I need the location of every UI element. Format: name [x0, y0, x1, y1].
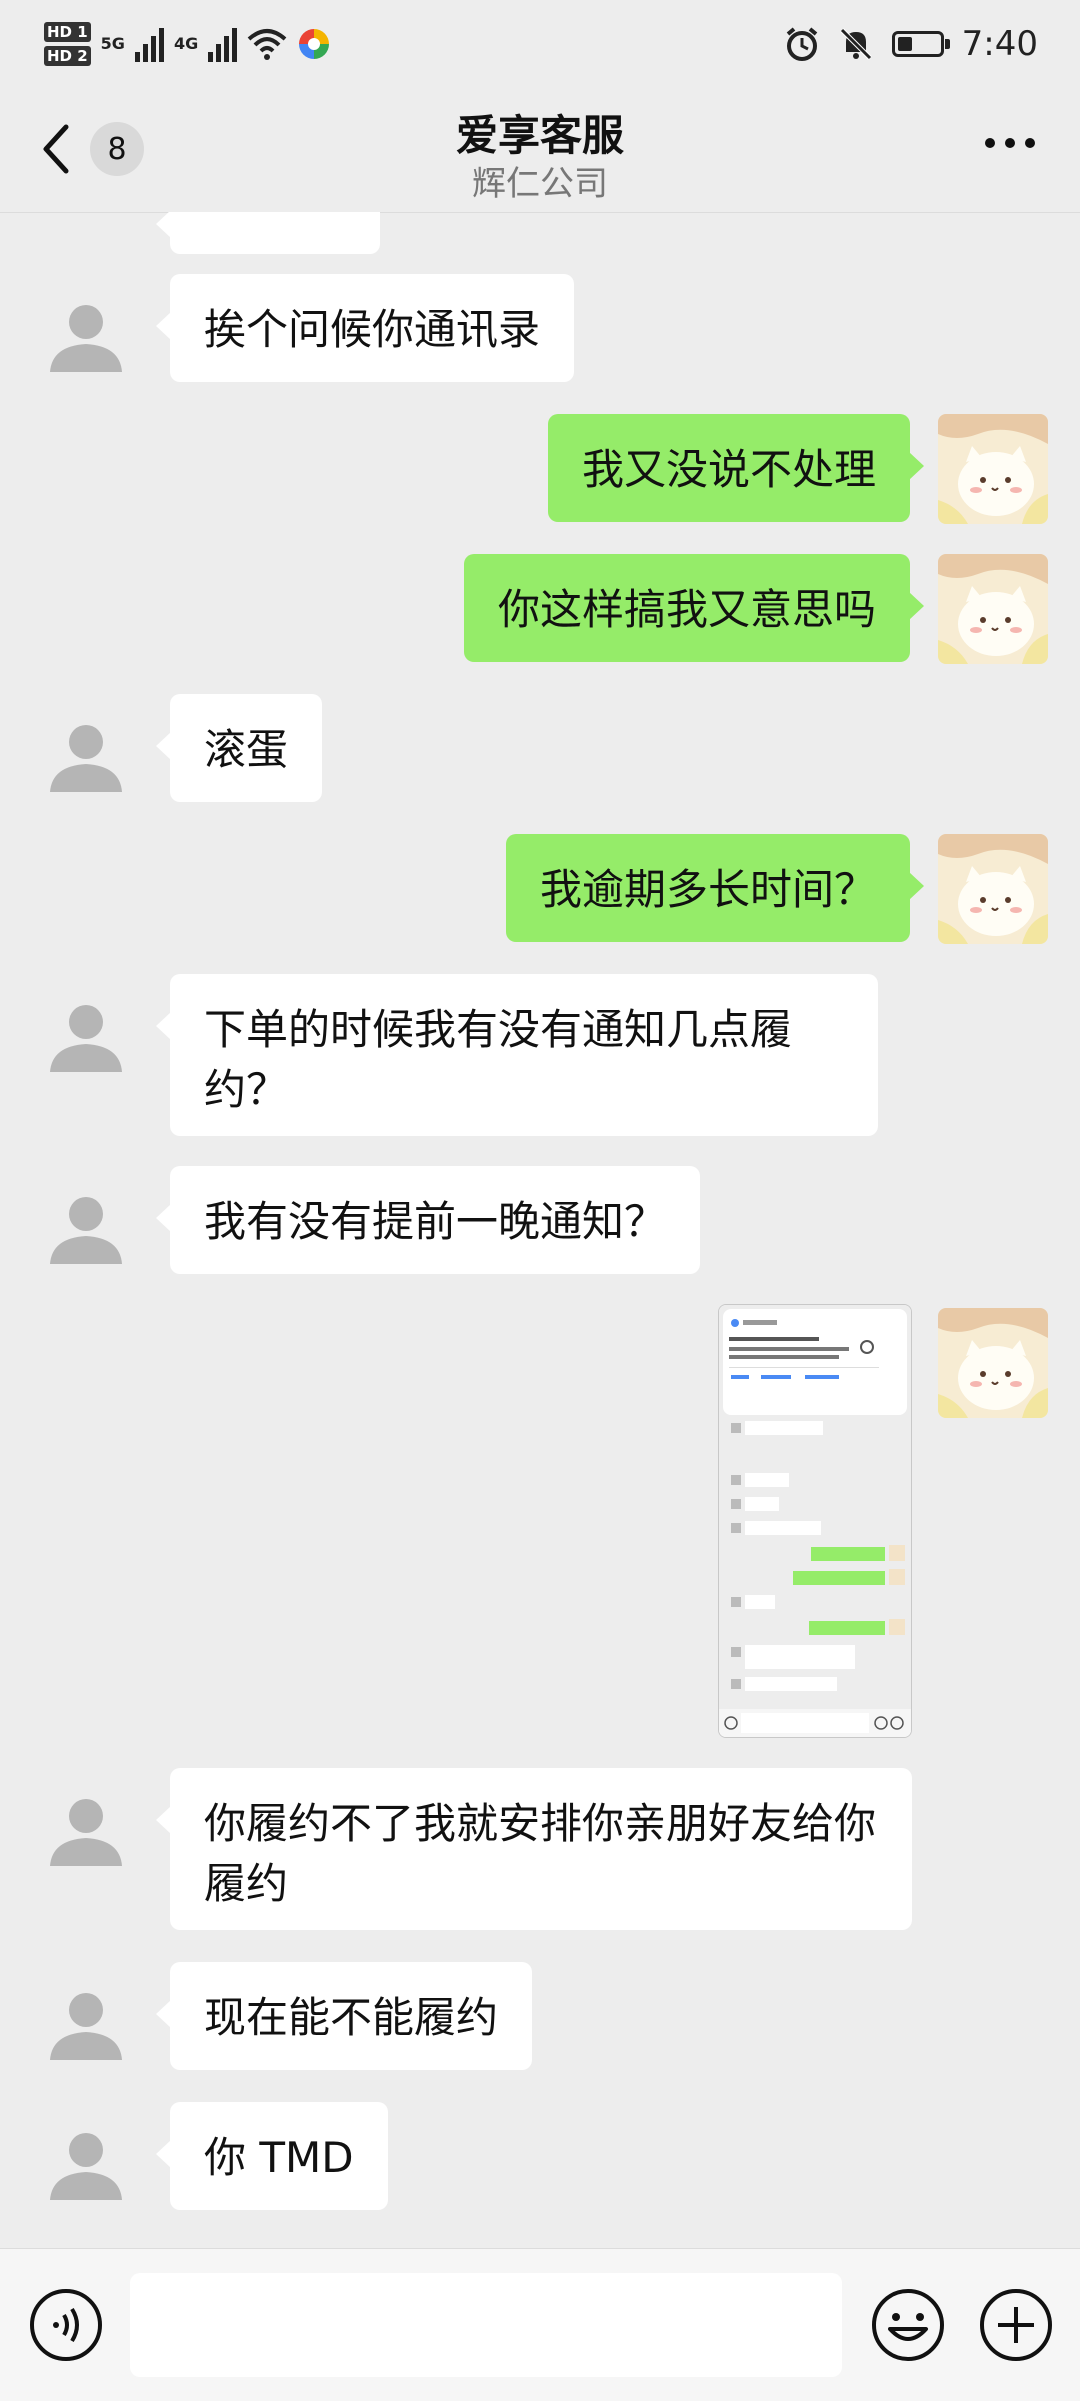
my-avatar[interactable]	[938, 554, 1048, 664]
chat-area[interactable]: 挨个问候你通讯录 我又没说不处理 你这样搞我又意思吗 滚蛋 我逾期多长时间？ 下…	[0, 212, 1080, 2248]
more-functions-button[interactable]	[978, 2287, 1054, 2367]
contact-avatar[interactable]	[44, 294, 128, 378]
contact-avatar[interactable]	[44, 1186, 128, 1270]
network-5g-label: 5G	[100, 34, 125, 53]
status-bar: HD 1 HD 2 5G 4G 7:40	[0, 0, 1080, 96]
emoji-button[interactable]	[870, 2287, 946, 2367]
message-text: 你这样搞我又意思吗	[497, 585, 876, 634]
my-avatar[interactable]	[938, 414, 1048, 524]
chat-header: 8 爱享客服 辉仁公司	[0, 96, 1080, 213]
message-bubble-incoming[interactable]: 你履约不了我就安排你亲朋好友给你履约	[156, 1768, 912, 1930]
chat-subtitle: 辉仁公司	[472, 164, 608, 204]
voice-icon	[30, 2289, 102, 2361]
message-bubble-incoming[interactable]: 现在能不能履约	[155, 1962, 533, 2070]
chat-title: 爱享客服	[455, 111, 624, 160]
signal-icon	[134, 26, 164, 62]
message-bubble-incoming[interactable]: 你 TMD	[156, 2102, 388, 2210]
more-dots-icon	[985, 138, 1035, 148]
hd-indicators: HD 1 HD 2	[44, 22, 91, 66]
plus-icon	[980, 2289, 1052, 2361]
message-bubble-outgoing[interactable]: 我逾期多长时间？	[505, 834, 925, 942]
network-5g: 5G	[101, 35, 125, 53]
contact-avatar[interactable]	[44, 2122, 128, 2206]
message-bubble-incoming[interactable]: 挨个问候你通讯录	[155, 274, 575, 382]
my-avatar[interactable]	[938, 834, 1048, 944]
message-bubble-incoming[interactable]: 我有没有提前一晚通知？	[155, 1166, 701, 1274]
message-text: 我有没有提前一晚通知？	[204, 1197, 667, 1246]
message-text: 我逾期多长时间？	[539, 865, 876, 914]
my-avatar[interactable]	[938, 1308, 1048, 1418]
message-bubble-outgoing[interactable]: 你这样搞我又意思吗	[463, 554, 925, 662]
message-text: 挨个问候你通讯录	[204, 305, 541, 354]
message-text: 你 TMD	[204, 2133, 354, 2182]
wifi-icon	[247, 29, 287, 60]
message-bubble-partial	[156, 212, 380, 254]
battery-level	[897, 37, 912, 51]
hd1-label: HD 1	[44, 22, 91, 42]
contact-avatar[interactable]	[44, 1982, 128, 2066]
bell-off-icon	[839, 28, 872, 60]
app-logo-icon	[299, 29, 330, 59]
message-bubble-outgoing[interactable]: 我又没说不处理	[547, 414, 925, 522]
message-text: 你履约不了我就安排你亲朋好友给你履约	[204, 1799, 877, 1908]
contact-avatar[interactable]	[44, 1788, 128, 1872]
message-text: 我又没说不处理	[581, 445, 876, 494]
hd2-label: HD 2	[44, 46, 91, 66]
network-4g: 4G	[174, 35, 198, 53]
message-text: 滚蛋	[204, 725, 289, 774]
message-bubble-incoming[interactable]: 下单的时候我有没有通知几点履约？	[156, 974, 878, 1136]
contact-avatar[interactable]	[44, 994, 128, 1078]
screenshot-thumbnail	[719, 1305, 911, 1737]
status-left: HD 1 HD 2 5G 4G	[44, 22, 331, 66]
message-text: 现在能不能履约	[204, 1993, 499, 2042]
message-text: 下单的时候我有没有通知几点履约？	[204, 1005, 793, 1114]
status-time: 7:40	[961, 24, 1038, 64]
more-button[interactable]	[984, 134, 1036, 153]
emoji-icon	[872, 2289, 944, 2361]
battery-icon	[891, 31, 950, 57]
message-bubble-incoming[interactable]: 滚蛋	[155, 694, 323, 802]
network-4g-label: 4G	[173, 34, 199, 53]
input-bar	[0, 2248, 1080, 2401]
signal-icon-2	[208, 26, 238, 62]
contact-avatar[interactable]	[44, 714, 128, 798]
voice-button[interactable]	[28, 2287, 104, 2367]
image-message[interactable]	[718, 1304, 912, 1738]
alarm-icon	[786, 27, 817, 61]
status-right: 7:40	[784, 24, 1038, 64]
message-input[interactable]	[130, 2273, 842, 2377]
